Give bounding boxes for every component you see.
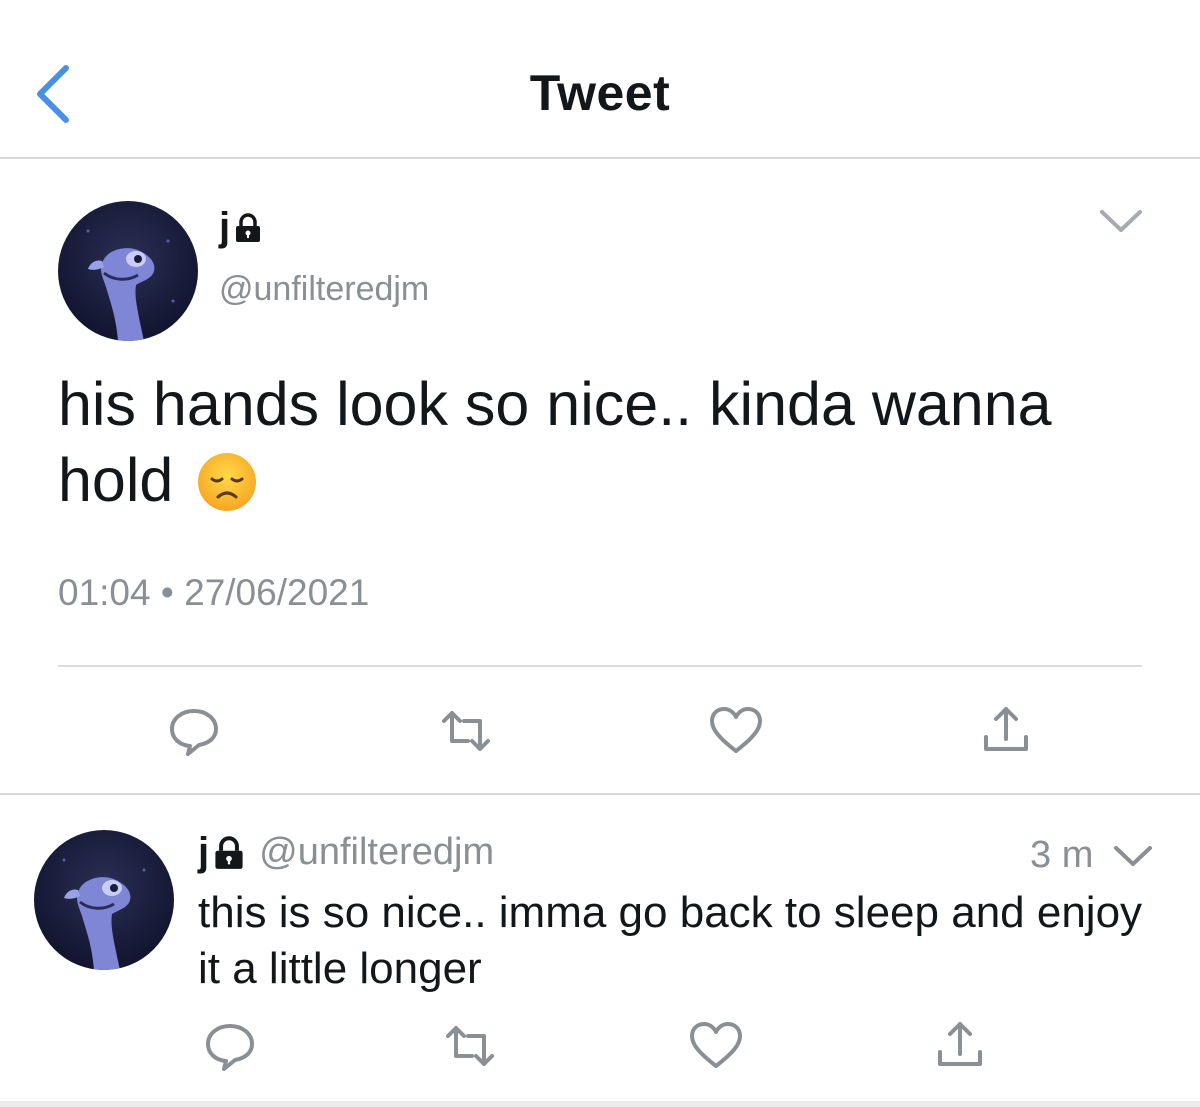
heart-icon: [690, 1022, 742, 1068]
chevron-down-icon: [1100, 210, 1142, 232]
chevron-down-icon: [1114, 846, 1152, 866]
reply-options-button[interactable]: [1110, 838, 1156, 874]
divider: [0, 793, 1200, 795]
reply-icon: [206, 1024, 254, 1071]
tweet-text: his hands look so nice.. kinda wanna hol…: [58, 366, 1118, 518]
tweet-time: 01:04: [58, 572, 151, 613]
reply-display-name-text: j: [198, 830, 210, 874]
tweet-options-button[interactable]: [1096, 200, 1146, 240]
like-button[interactable]: [708, 703, 764, 759]
reply-avatar[interactable]: [34, 830, 174, 970]
reply-retweet-button[interactable]: [442, 1018, 498, 1074]
divider: [58, 665, 1142, 667]
reply-button[interactable]: [166, 703, 222, 759]
disappointed-face-emoji: [198, 453, 257, 511]
reply-handle[interactable]: @unfilteredjm: [259, 831, 494, 874]
share-button[interactable]: [978, 703, 1034, 759]
divider: [0, 1101, 1200, 1107]
display-name[interactable]: j: [219, 205, 262, 250]
navigation-bar: Tweet: [0, 0, 1200, 159]
lock-icon: [236, 212, 261, 242]
reply-icon: [170, 709, 218, 756]
share-icon: [938, 1022, 982, 1066]
tweet-timestamp: 01:04 • 27/06/2021: [58, 572, 369, 614]
reply-display-name[interactable]: j: [198, 830, 245, 875]
avatar[interactable]: [58, 201, 198, 341]
tweet-date: 27/06/2021: [184, 572, 370, 613]
share-icon: [984, 707, 1028, 751]
reply-share-button[interactable]: [932, 1018, 988, 1074]
page-title: Tweet: [529, 65, 671, 121]
retweet-icon: [446, 1026, 494, 1066]
reply-text: this is so nice.. imma go back to sleep …: [198, 888, 1143, 993]
timestamp-separator: •: [160, 572, 174, 613]
heart-icon: [710, 707, 762, 753]
reply-reply-button[interactable]: [202, 1018, 258, 1074]
user-handle[interactable]: @unfilteredjm: [219, 270, 429, 309]
reply-header: j @unfilteredjm: [198, 830, 494, 875]
retweet-button[interactable]: [438, 703, 494, 759]
lock-icon: [215, 835, 243, 869]
reply-like-button[interactable]: [688, 1018, 744, 1074]
display-name-text: j: [219, 205, 231, 249]
reply-time: 3 m: [1030, 834, 1094, 876]
retweet-icon: [442, 711, 490, 751]
